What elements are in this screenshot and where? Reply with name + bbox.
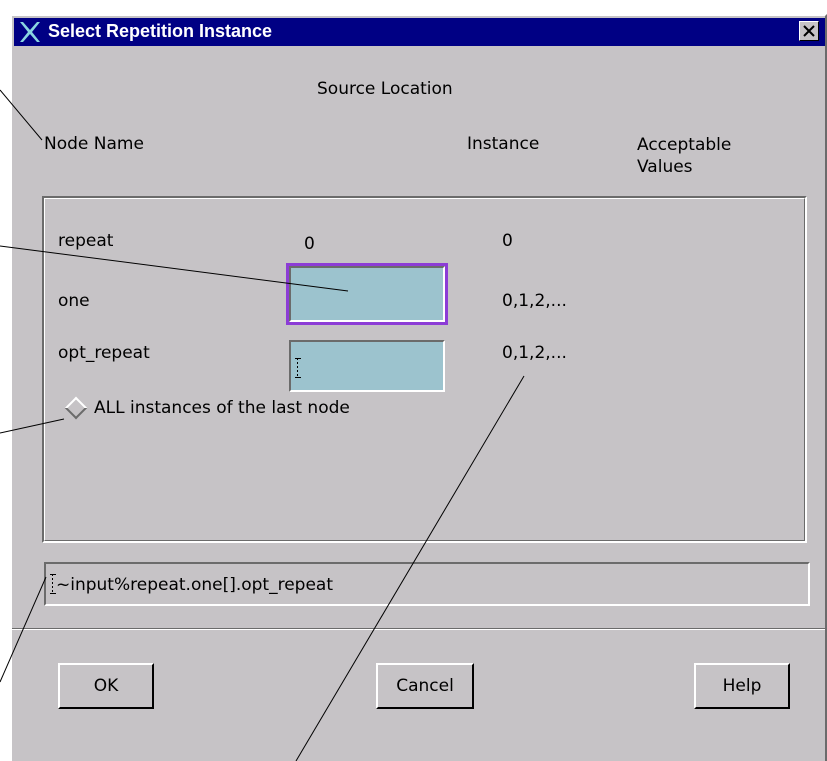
- diamond-toggle-icon[interactable]: [64, 396, 88, 420]
- window-title: Select Repetition Instance: [48, 21, 273, 41]
- acceptable-values-repeat: 0: [502, 231, 513, 251]
- all-instances-label: ALL instances of the last node: [94, 398, 350, 418]
- select-repetition-instance-dialog: Select Repetition Instance Source Locati…: [10, 14, 827, 761]
- instance-input-one[interactable]: [286, 263, 448, 325]
- title-bar[interactable]: Select Repetition Instance: [14, 18, 825, 46]
- text-cursor-icon: [295, 358, 301, 378]
- instance-header: Instance: [467, 134, 540, 154]
- instance-input-opt-repeat[interactable]: [289, 340, 445, 392]
- acceptable-values-header-line2: Values: [637, 157, 693, 177]
- cancel-button[interactable]: Cancel: [376, 663, 474, 709]
- acceptable-values-header: Acceptable Values: [637, 134, 731, 178]
- divider: [12, 628, 825, 630]
- selection-path-field[interactable]: ~input%repeat.one[].opt_repeat: [44, 562, 810, 606]
- acceptable-values-opt-repeat: 0,1,2,...: [502, 343, 567, 363]
- node-instance-group: repeat 0 0 one 0,1,2,... opt_repeat 0,1,…: [42, 196, 807, 543]
- selection-path-text: ~input%repeat.one[].opt_repeat: [56, 575, 334, 595]
- node-name-header: Node Name: [44, 134, 144, 154]
- source-location-heading: Source Location: [317, 79, 453, 99]
- ok-button[interactable]: OK: [58, 663, 154, 709]
- node-name-one: one: [58, 291, 90, 311]
- acceptable-values-header-line1: Acceptable: [637, 135, 732, 155]
- close-button[interactable]: [799, 21, 819, 41]
- close-icon: [803, 25, 815, 37]
- x-logo-icon: [20, 22, 40, 42]
- all-instances-option[interactable]: ALL instances of the last node: [64, 396, 350, 420]
- node-name-opt-repeat: opt_repeat: [58, 343, 150, 363]
- instance-value-repeat: 0: [304, 234, 315, 254]
- help-button[interactable]: Help: [694, 663, 790, 709]
- node-name-repeat: repeat: [58, 231, 114, 251]
- acceptable-values-one: 0,1,2,...: [502, 291, 567, 311]
